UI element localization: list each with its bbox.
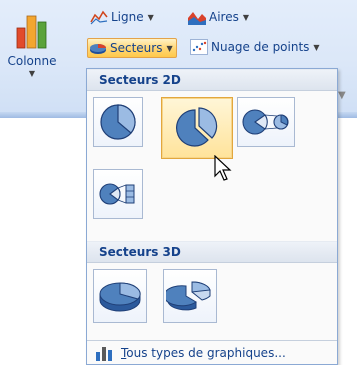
area-chart-button[interactable]: Aires ▼ [188, 8, 249, 26]
pie-chart-button[interactable]: Secteurs ▼ [87, 38, 177, 58]
area-chart-icon [188, 12, 206, 25]
all-charts-icon [96, 346, 112, 361]
bar-of-pie-icon [99, 183, 135, 205]
column-chart-label: Colonne [7, 54, 57, 68]
exploded-pie-3d-icon [166, 281, 211, 311]
exploded-pie-3d-tile[interactable] [163, 269, 217, 323]
line-chart-button[interactable]: Ligne ▼ [90, 8, 154, 26]
bar-of-pie-tile[interactable] [93, 169, 143, 219]
pie-of-pie-tile[interactable] [237, 97, 295, 147]
chevron-down-icon: ▼ [313, 42, 320, 52]
chevron-down-icon: ▼ [166, 43, 173, 53]
mouse-cursor-icon [214, 155, 232, 181]
all-chart-types-item[interactable]: Tous types de graphiques... [87, 340, 337, 364]
area-chart-label: Aires [209, 10, 239, 24]
chevron-down-icon: ▼ [147, 12, 154, 22]
column-chart-icon [16, 15, 47, 49]
scatter-chart-label: Nuage de points [211, 40, 310, 54]
pie-chart-gallery: Secteurs 2D Secteurs 3D Tous types de gr… [86, 68, 338, 365]
chevron-down-icon: ▼ [28, 69, 36, 78]
scatter-chart-icon [190, 39, 208, 55]
pie-3d-tile[interactable] [93, 269, 147, 323]
pie-chart-label: Secteurs [110, 41, 163, 55]
chevron-down-icon: ▼ [242, 12, 250, 22]
pie-3d-icon [99, 282, 141, 312]
chevron-down-icon: ▼ [338, 90, 346, 101]
line-chart-label: Ligne [111, 10, 144, 24]
pie-of-pie-icon [242, 109, 289, 135]
line-chart-icon [90, 10, 108, 25]
exploded-pie-icon [176, 107, 218, 147]
scatter-chart-button[interactable]: Nuage de points ▼ [190, 38, 320, 56]
section-header-3d: Secteurs 3D [87, 241, 337, 263]
pie-2d-tile[interactable] [93, 97, 143, 147]
pie-chart-icon [100, 104, 136, 140]
all-chart-types-label: Tous types de graphiques... [121, 345, 286, 360]
section-header-2d: Secteurs 2D [87, 69, 337, 91]
column-chart-button[interactable]: Colonne ▼ [2, 6, 62, 88]
exploded-pie-2d-tile[interactable] [161, 97, 233, 159]
pie-chart-icon [90, 44, 106, 54]
